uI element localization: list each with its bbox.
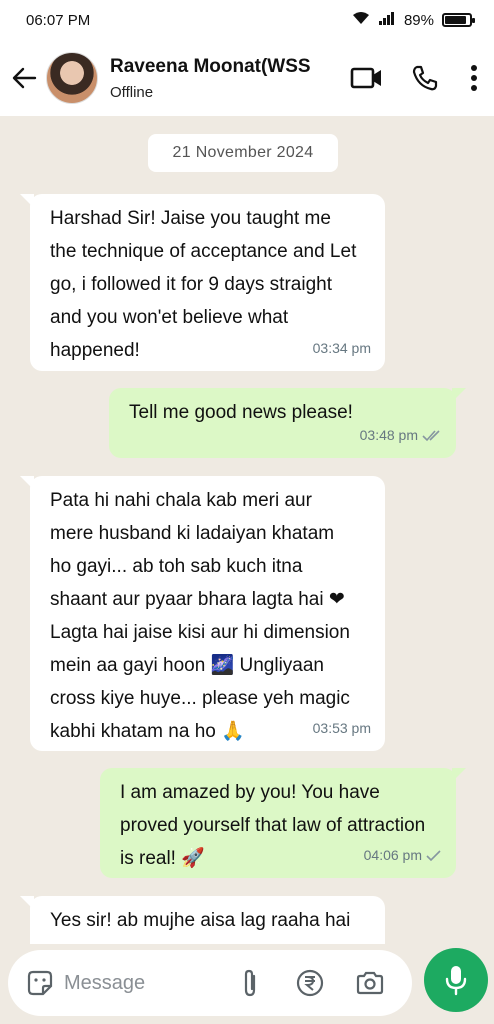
message-bubble[interactable]: Harshad Sir! Jaise you taught me the tec… <box>20 194 385 371</box>
sticker-icon <box>27 970 53 996</box>
video-camera-icon <box>350 67 381 89</box>
message-input[interactable] <box>64 971 224 995</box>
message-input-pill <box>8 950 412 1016</box>
message-time: 04:06 pm <box>363 847 422 863</box>
more-vertical-icon <box>471 65 477 91</box>
bubble-tail <box>20 896 34 910</box>
signal-icon <box>378 11 396 29</box>
contact-name: Raveena Moonat(WSS <box>110 55 311 77</box>
message-bubble[interactable]: I am amazed by you! You have proved your… <box>100 768 466 878</box>
message-time: 03:53 pm <box>312 720 371 736</box>
contact-status: Offline <box>110 83 154 101</box>
date-chip: 21 November 2024 <box>148 134 338 172</box>
status-icons: 89% <box>352 11 475 29</box>
chat-header: Raveena Moonat(WSS Offline <box>0 40 494 116</box>
message-bubble[interactable]: Tell me good news please! 03:48 pm <box>109 388 466 458</box>
contact-info[interactable]: Raveena Moonat(WSS Offline <box>110 56 320 101</box>
message-bubble[interactable]: Pata hi nahi chala kab meri aur mere hus… <box>20 476 385 751</box>
double-check-icon <box>422 429 440 441</box>
message-text: Yes sir! ab mujhe aisa lag raaha hai <box>50 910 351 931</box>
payment-button[interactable] <box>286 959 334 1007</box>
battery-fill <box>445 16 467 24</box>
composer-bar <box>0 944 494 1024</box>
bubble-tail <box>452 768 466 782</box>
chat-area[interactable]: 21 November 2024 Harshad Sir! Jaise you … <box>0 116 494 944</box>
paperclip-icon <box>244 969 256 997</box>
attach-button[interactable] <box>226 959 274 1007</box>
bubble-tail <box>452 388 466 402</box>
voice-call-button[interactable] <box>396 48 454 108</box>
battery-percent: 89% <box>403 11 434 29</box>
single-check-icon <box>426 849 441 861</box>
back-button[interactable] <box>2 48 46 108</box>
microphone-icon <box>445 966 467 996</box>
voice-record-button[interactable] <box>424 948 488 1012</box>
phone-icon <box>412 65 438 91</box>
message-time: 03:34 pm <box>312 340 371 356</box>
message-bubble[interactable]: Yes sir! ab mujhe aisa lag raaha hai <box>20 896 385 944</box>
message-meta: 03:48 pm <box>360 419 442 452</box>
header-actions <box>338 40 494 116</box>
status-bar: 06:07 PM 89% <box>0 0 494 40</box>
camera-button[interactable] <box>346 959 394 1007</box>
battery-icon <box>442 13 475 27</box>
sticker-button[interactable] <box>16 959 64 1007</box>
rupee-icon <box>296 969 324 997</box>
message-meta: 03:34 pm <box>313 332 371 365</box>
bubble-tail <box>20 194 34 208</box>
message-meta: 04:06 pm <box>364 839 442 872</box>
more-options-button[interactable] <box>454 48 494 108</box>
back-arrow-icon <box>12 67 37 89</box>
camera-icon <box>356 971 384 995</box>
message-meta: 03:53 pm <box>313 712 371 745</box>
bubble-tail <box>20 476 34 490</box>
wifi-icon <box>352 11 370 29</box>
message-time: 03:48 pm <box>359 427 418 443</box>
message-text: Pata hi nahi chala kab meri aur mere hus… <box>50 490 350 742</box>
contact-avatar[interactable] <box>46 52 98 104</box>
video-call-button[interactable] <box>338 48 396 108</box>
status-time: 06:07 PM <box>26 11 91 29</box>
